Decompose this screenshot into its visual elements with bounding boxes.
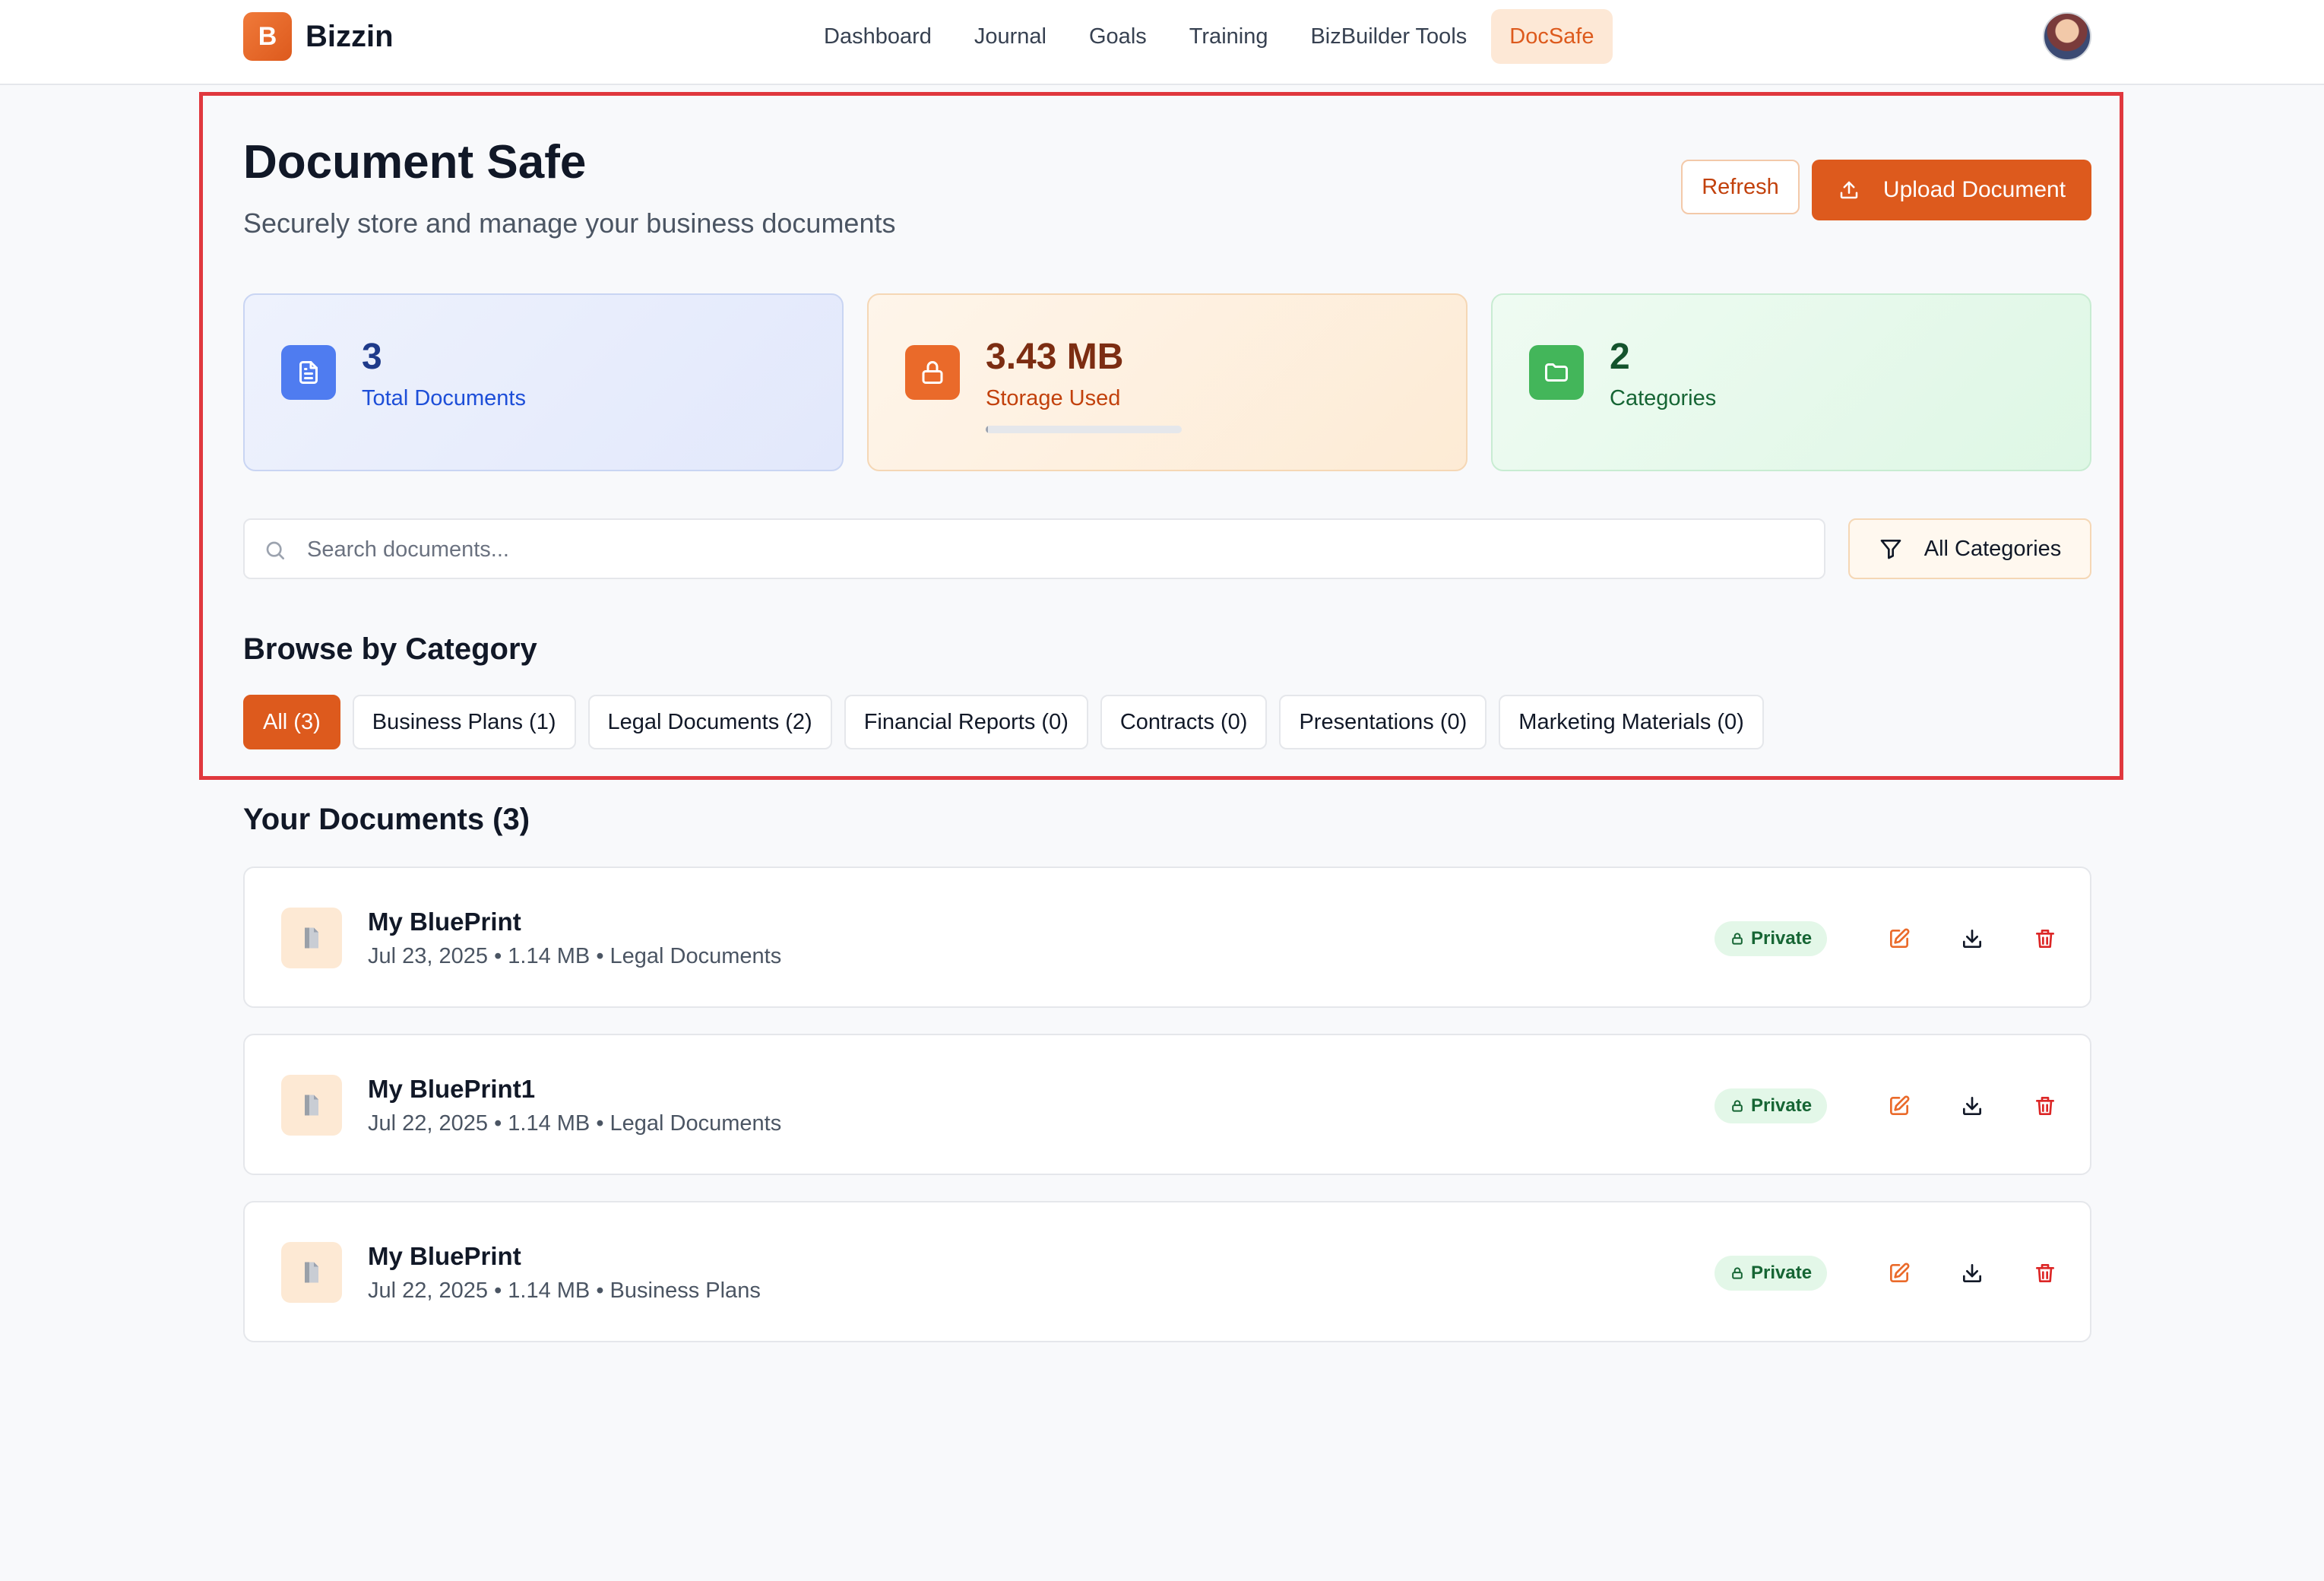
your-documents-title: Your Documents (3) [243, 803, 530, 836]
document-name[interactable]: My BluePrint [368, 906, 521, 938]
upload-button-label: Upload Document [1882, 177, 2066, 202]
refresh-button-label: Refresh [1702, 174, 1779, 199]
storage-used-value: 3.43 MB [986, 337, 1124, 377]
stat-card-total-documents: 3 Total Documents [243, 293, 844, 471]
trash-icon [2036, 930, 2054, 948]
download-icon [1963, 930, 1981, 948]
edit-document-button[interactable] [1879, 918, 1920, 959]
category-chip-presentations[interactable]: Presentations (0) [1279, 695, 1487, 749]
file-text-icon [281, 345, 336, 400]
stat-card-storage: 3.43 MB Storage Used [867, 293, 1468, 471]
stat-card-categories: 2 Categories [1491, 293, 2091, 471]
nav-journal[interactable]: Journal [956, 9, 1065, 64]
page-title: Document Safe [243, 136, 587, 189]
upload-icon [1840, 181, 1858, 199]
nav-training[interactable]: Training [1171, 9, 1287, 64]
category-filter-label: All Categories [1923, 536, 2062, 561]
category-chip-financial-reports[interactable]: Financial Reports (0) [844, 695, 1088, 749]
download-document-button[interactable] [1952, 1085, 1993, 1126]
document-meta: Jul 23, 2025 • 1.14 MB • Legal Documents [368, 944, 782, 968]
categories-value: 2 [1610, 337, 1630, 377]
edit-icon [1890, 1095, 1910, 1115]
total-documents-value: 3 [362, 337, 382, 377]
filter-icon [1880, 540, 1901, 559]
document-meta: Jul 22, 2025 • 1.14 MB • Legal Documents [368, 1111, 782, 1136]
download-document-button[interactable] [1952, 1253, 1993, 1294]
delete-document-button[interactable] [2025, 918, 2066, 959]
storage-progress-fill [986, 426, 988, 433]
download-icon [1963, 1264, 1981, 1282]
edit-document-button[interactable] [1879, 1253, 1920, 1294]
category-chip-all[interactable]: All (3) [243, 695, 340, 749]
folder-icon [1529, 345, 1584, 400]
brand[interactable]: B Bizzin [243, 12, 394, 61]
document-card[interactable]: My BluePrint Jul 22, 2025 • 1.14 MB • Bu… [243, 1201, 2091, 1342]
delete-document-button[interactable] [2025, 1253, 2066, 1294]
nav-bizbuilder-tools[interactable]: BizBuilder Tools [1292, 9, 1485, 64]
top-navbar: B Bizzin Dashboard Journal Goals Trainin… [0, 0, 2324, 85]
category-chip-business-plans[interactable]: Business Plans (1) [352, 695, 576, 749]
refresh-button[interactable]: Refresh [1681, 160, 1800, 214]
category-chip-contracts[interactable]: Contracts (0) [1100, 695, 1268, 749]
storage-progress-bar [986, 426, 1182, 433]
private-badge-label: Private [1751, 928, 1813, 949]
private-badge-label: Private [1751, 1095, 1813, 1116]
document-file-icon [281, 908, 342, 968]
upload-document-button[interactable]: Upload Document [1812, 160, 2091, 220]
nav-goals[interactable]: Goals [1071, 9, 1165, 64]
search-icon [266, 541, 284, 559]
document-card[interactable]: My BluePrint1 Jul 22, 2025 • 1.14 MB • L… [243, 1034, 2091, 1175]
trash-icon [2036, 1264, 2054, 1282]
download-icon [1963, 1097, 1981, 1115]
lock-icon [1732, 1100, 1743, 1112]
lock-icon [905, 345, 960, 400]
brand-logo: B [243, 12, 292, 61]
brand-name: Bizzin [306, 19, 394, 53]
document-meta: Jul 22, 2025 • 1.14 MB • Business Plans [368, 1278, 761, 1303]
edit-icon [1890, 928, 1910, 948]
category-chip-marketing-materials[interactable]: Marketing Materials (0) [1499, 695, 1764, 749]
category-chip-legal-documents[interactable]: Legal Documents (2) [587, 695, 832, 749]
document-card[interactable]: My BluePrint Jul 23, 2025 • 1.14 MB • Le… [243, 867, 2091, 1008]
document-file-icon [281, 1242, 342, 1303]
private-badge: Private [1715, 1088, 1828, 1123]
delete-document-button[interactable] [2025, 1085, 2066, 1126]
lock-icon [1732, 1267, 1743, 1279]
category-filter-button[interactable]: All Categories [1848, 518, 2091, 579]
browse-by-category-title: Browse by Category [243, 632, 537, 666]
search-box [243, 518, 1825, 579]
page-subtitle: Securely store and manage your business … [243, 208, 896, 239]
document-file-icon [281, 1075, 342, 1136]
user-avatar[interactable] [2043, 12, 2091, 61]
nav-docsafe[interactable]: DocSafe [1491, 9, 1613, 64]
search-input[interactable] [306, 520, 1813, 579]
total-documents-label: Total Documents [362, 386, 526, 410]
storage-used-label: Storage Used [986, 386, 1121, 410]
nav-dashboard[interactable]: Dashboard [806, 9, 950, 64]
trash-icon [2036, 1097, 2054, 1115]
private-badge: Private [1715, 921, 1828, 956]
document-name[interactable]: My BluePrint [368, 1240, 521, 1272]
main-nav: Dashboard Journal Goals Training BizBuil… [806, 9, 1619, 64]
private-badge: Private [1715, 1256, 1828, 1291]
category-chips: All (3) Business Plans (1) Legal Documen… [243, 695, 1776, 749]
edit-icon [1890, 1263, 1910, 1282]
download-document-button[interactable] [1952, 918, 1993, 959]
document-name[interactable]: My BluePrint1 [368, 1073, 535, 1105]
private-badge-label: Private [1751, 1263, 1813, 1283]
categories-label: Categories [1610, 386, 1717, 410]
edit-document-button[interactable] [1879, 1085, 1920, 1126]
lock-icon [1732, 933, 1743, 945]
